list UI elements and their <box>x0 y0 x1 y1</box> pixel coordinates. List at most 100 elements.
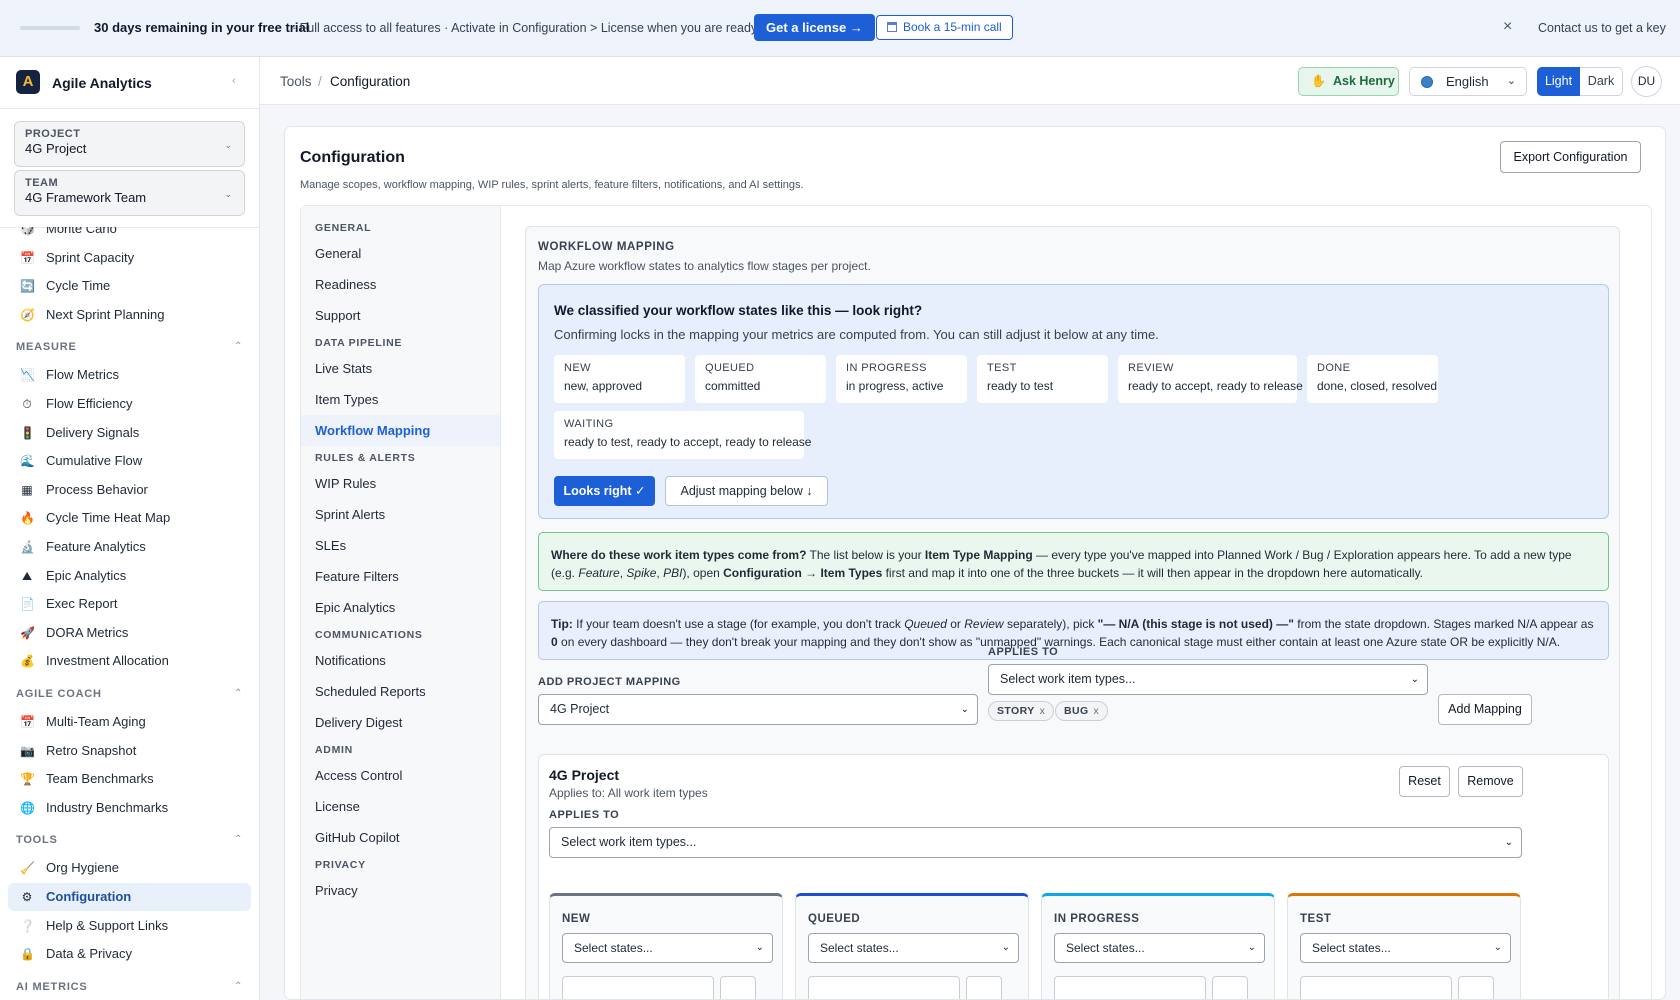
sidebar-item-org-hygiene[interactable]: 🧹 Org Hygiene <box>8 854 251 882</box>
chip-story[interactable]: STORY x <box>988 701 1055 721</box>
language-select[interactable]: English ⌄ <box>1409 67 1527 96</box>
sidebar-item-dora-metrics[interactable]: 🚀 DORA Metrics <box>8 619 251 647</box>
get-license-button[interactable]: Get a license → <box>754 14 875 41</box>
nav-section-ai-metrics[interactable]: AI METRICS ⌃ <box>16 981 242 993</box>
config-nav-live-stats[interactable]: Live Stats <box>301 353 500 384</box>
sidebar-item-flow-efficiency[interactable]: ⏱ Flow Efficiency <box>8 390 251 418</box>
config-nav-notifications[interactable]: Notifications <box>301 645 500 676</box>
add-state-button[interactable] <box>720 976 756 999</box>
config-nav-delivery-digest[interactable]: Delivery Digest <box>301 707 500 738</box>
sidebar-item-feature-analytics[interactable]: 🔬 Feature Analytics <box>8 533 251 561</box>
config-nav-github-copilot[interactable]: GitHub Copilot <box>301 822 500 853</box>
trial-info-text: · Full access to all features · Activate… <box>292 21 760 35</box>
adjust-mapping-button[interactable]: Adjust mapping below ↓ <box>665 476 828 506</box>
config-nav-support[interactable]: Support <box>301 300 500 331</box>
config-nav-sprint-alerts[interactable]: Sprint Alerts <box>301 499 500 530</box>
custom-state-input[interactable] <box>1054 976 1206 999</box>
theme-dark-button[interactable]: Dark <box>1580 67 1623 96</box>
sidebar-item-exec-report[interactable]: 📄 Exec Report <box>8 590 251 618</box>
sidebar-item-help-and-support-links[interactable]: ❔ Help & Support Links <box>8 912 251 940</box>
divider <box>0 108 259 109</box>
collapse-sidebar-icon[interactable]: ‹ <box>232 75 236 87</box>
sidebar-item-investment-allocation[interactable]: 💰 Investment Allocation <box>8 647 251 675</box>
config-nav-item-types[interactable]: Item Types <box>301 384 500 415</box>
applies-to-select[interactable]: Select work item types... ⌄ <box>988 664 1428 695</box>
chevron-up-icon[interactable]: ⌃ <box>234 341 243 352</box>
config-nav-section-rules-and-alerts: RULES & ALERTS <box>315 452 416 464</box>
sidebar-item-cycle-time-heat-map[interactable]: 🔥 Cycle Time Heat Map <box>8 504 251 532</box>
stage-states-select[interactable]: Select states... ⌄ <box>808 933 1019 963</box>
looks-right-button[interactable]: Looks right ✓ <box>554 476 655 506</box>
ask-henry-button[interactable]: ✋ Ask Henry <box>1298 67 1399 96</box>
config-nav-scheduled-reports[interactable]: Scheduled Reports <box>301 676 500 707</box>
sidebar-item-flow-metrics[interactable]: 📉 Flow Metrics <box>8 361 251 389</box>
stage-column-new: NEW Select states... ⌄ <box>549 893 783 999</box>
book-call-button[interactable]: Book a 15-min call <box>876 15 1013 40</box>
sidebar-item-cumulative-flow[interactable]: 🌊 Cumulative Flow <box>8 447 251 475</box>
config-nav-workflow-mapping[interactable]: Workflow Mapping <box>301 415 500 446</box>
config-nav-sles[interactable]: SLEs <box>301 530 500 561</box>
refresh-icon: 🔄 <box>20 279 35 294</box>
contact-link[interactable]: Contact us to get a key <box>1538 21 1666 35</box>
config-nav-feature-filters[interactable]: Feature Filters <box>301 561 500 592</box>
config-nav-privacy[interactable]: Privacy <box>301 875 500 906</box>
config-nav-access-control[interactable]: Access Control <box>301 760 500 791</box>
stage-states-select[interactable]: Select states... ⌄ <box>1054 933 1265 963</box>
sidebar-item-monte-carlo[interactable]: 🎲 Monte Carlo <box>8 227 251 243</box>
chip-bug[interactable]: BUG x <box>1055 701 1109 721</box>
nav-section-agile-coach[interactable]: AGILE COACH ⌃ <box>16 688 242 700</box>
add-state-button[interactable] <box>966 976 1002 999</box>
sidebar-item-epic-analytics[interactable]: ⛰ Epic Analytics <box>8 562 251 590</box>
nav-section-tools[interactable]: TOOLS ⌃ <box>16 834 242 846</box>
sidebar-item-configuration[interactable]: ⚙ Configuration <box>8 883 251 911</box>
chip-label: BUG <box>1064 705 1089 717</box>
add-state-button[interactable] <box>1458 976 1494 999</box>
sidebar-item-team-benchmarks[interactable]: 🏆 Team Benchmarks <box>8 765 251 793</box>
nav-section-measure[interactable]: MEASURE ⌃ <box>16 341 242 353</box>
stage-states-select[interactable]: Select states... ⌄ <box>1300 933 1511 963</box>
sidebar-item-cycle-time[interactable]: 🔄 Cycle Time <box>8 272 251 300</box>
sidebar-item-data-and-privacy[interactable]: 🔒 Data & Privacy <box>8 940 251 968</box>
project-selector[interactable]: PROJECT 4G Project ⌄ <box>14 121 245 167</box>
config-nav-general[interactable]: General <box>301 238 500 269</box>
stage-name: WAITING <box>564 418 614 430</box>
reset-button[interactable]: Reset <box>1399 766 1450 797</box>
stage-states-select[interactable]: Select states... ⌄ <box>562 933 773 963</box>
export-configuration-button[interactable]: Export Configuration <box>1500 141 1641 173</box>
close-banner-icon[interactable]: × <box>1503 18 1512 36</box>
chevron-up-icon[interactable]: ⌃ <box>234 981 243 992</box>
config-nav-epic-analytics[interactable]: Epic Analytics <box>301 592 500 623</box>
chevron-up-icon[interactable]: ⌃ <box>234 834 243 845</box>
config-nav-license[interactable]: License <box>301 791 500 822</box>
breadcrumb-tools[interactable]: Tools <box>280 74 312 89</box>
stage-states-placeholder: Select states... <box>1066 941 1145 955</box>
sidebar-item-retro-snapshot[interactable]: 📷 Retro Snapshot <box>8 737 251 765</box>
sidebar-item-delivery-signals[interactable]: 🚦 Delivery Signals <box>8 419 251 447</box>
custom-state-input[interactable] <box>808 976 960 999</box>
config-nav-wip-rules[interactable]: WIP Rules <box>301 468 500 499</box>
user-avatar[interactable]: DU <box>1631 66 1662 97</box>
sidebar-item-process-behavior[interactable]: ▦ Process Behavior <box>8 476 251 504</box>
chip-remove-icon[interactable]: x <box>1094 705 1100 717</box>
custom-state-input[interactable] <box>562 976 714 999</box>
compass-icon: 🧭 <box>20 307 35 322</box>
sidebar-item-label: Next Sprint Planning <box>46 306 165 322</box>
sidebar-item-next-sprint-planning[interactable]: 🧭 Next Sprint Planning <box>8 301 251 329</box>
chip-remove-icon[interactable]: x <box>1040 705 1046 717</box>
language-value: English <box>1446 74 1489 89</box>
add-mapping-button[interactable]: Add Mapping <box>1438 694 1532 725</box>
config-nav-readiness[interactable]: Readiness <box>301 269 500 300</box>
stage-column-title: TEST <box>1300 913 1332 925</box>
custom-state-input[interactable] <box>1300 976 1452 999</box>
add-state-button[interactable] <box>1212 976 1248 999</box>
sidebar-item-industry-benchmarks[interactable]: 🌐 Industry Benchmarks <box>8 794 251 822</box>
top-bar: Tools / Configuration ✋ Ask Henry English… <box>260 57 1680 105</box>
chevron-up-icon[interactable]: ⌃ <box>234 688 243 699</box>
sidebar-item-multi-team-aging[interactable]: 📅 Multi-Team Aging <box>8 708 251 736</box>
sidebar-item-sprint-capacity[interactable]: 📅 Sprint Capacity <box>8 244 251 272</box>
project-select[interactable]: 4G Project ⌄ <box>538 694 978 725</box>
remove-button[interactable]: Remove <box>1458 766 1523 797</box>
theme-light-button[interactable]: Light <box>1537 67 1580 96</box>
team-selector[interactable]: TEAM 4G Framework Team ⌄ <box>14 170 245 216</box>
project-applies-to-select[interactable]: Select work item types... ⌄ <box>549 827 1522 858</box>
